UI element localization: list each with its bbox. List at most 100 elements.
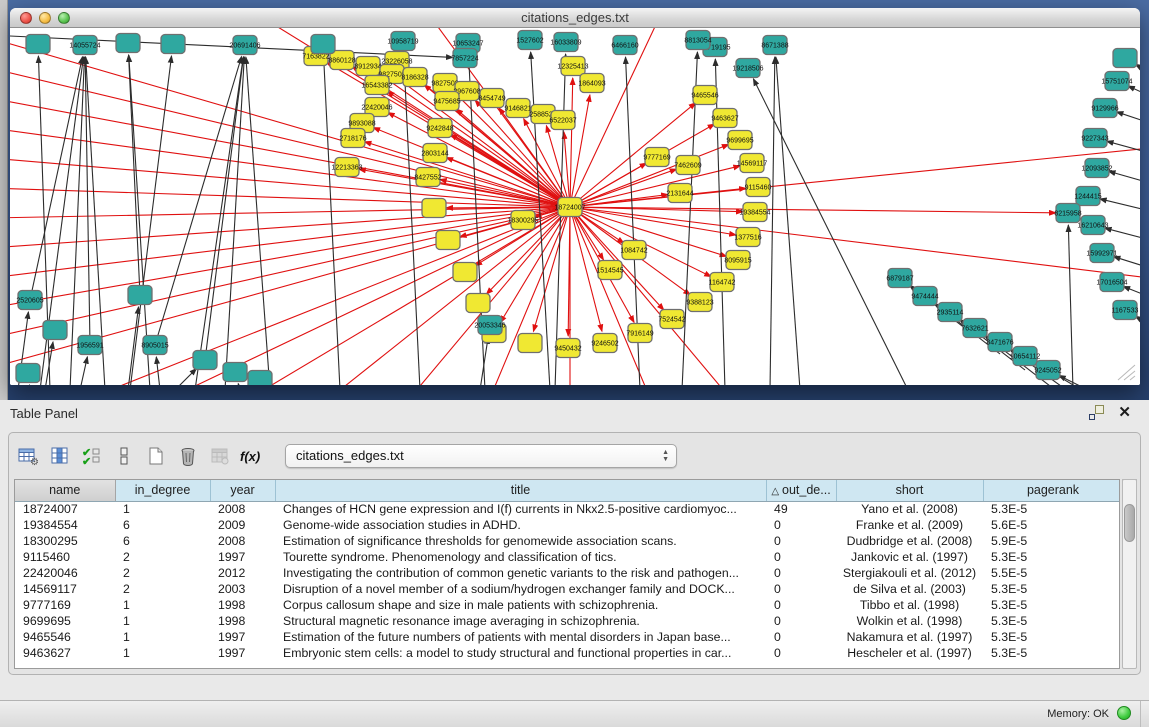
table-row[interactable]: 977716911998Corpus callosum shape and si… <box>15 597 1120 613</box>
graph-node[interactable]: 14569117 <box>737 154 768 173</box>
graph-node[interactable]: 19384554 <box>739 203 770 222</box>
graph-node[interactable]: 1527602 <box>516 31 543 50</box>
graph-node[interactable]: 16543382 <box>361 76 392 95</box>
graph-node[interactable]: 1864093 <box>578 74 605 93</box>
graph-node[interactable]: 18300295 <box>507 211 538 230</box>
graph-node[interactable]: 9465546 <box>691 86 718 105</box>
graph-node[interactable]: 9388123 <box>686 293 713 312</box>
graph-node[interactable] <box>466 294 490 313</box>
graph-node[interactable]: 1167533 <box>1112 301 1139 320</box>
graph-node[interactable]: 1084742 <box>620 241 647 260</box>
column-header-name[interactable]: name <box>15 480 115 501</box>
graph-node[interactable]: 6522037 <box>549 111 576 130</box>
window-resize-grip[interactable] <box>1114 363 1136 381</box>
graph-node[interactable]: 9242848 <box>426 119 453 138</box>
table-row[interactable]: 1830029562008Estimation of significance … <box>15 533 1120 549</box>
graph-node[interactable]: 15751074 <box>1101 72 1132 91</box>
table-mode-icon[interactable]: ⚙ <box>15 443 41 469</box>
graph-node[interactable]: 9463627 <box>711 109 738 128</box>
graph-node[interactable]: 1244415 <box>1074 187 1101 206</box>
graph-node[interactable]: 19218506 <box>732 59 763 78</box>
graph-node[interactable] <box>128 286 152 305</box>
table-row[interactable]: 1938455462009Genome-wide association stu… <box>15 517 1120 533</box>
table-row[interactable]: 946362711997Embryonic stem cells: a mode… <box>15 645 1120 661</box>
graph-node[interactable]: 16033809 <box>550 33 581 52</box>
graph-node[interactable]: 12325413 <box>557 57 588 76</box>
graph-node[interactable] <box>1113 49 1137 68</box>
graph-node[interactable]: 9777169 <box>643 148 670 167</box>
graph-node[interactable]: 20691406 <box>229 36 260 55</box>
graph-node[interactable]: 9227343 <box>1081 129 1108 148</box>
delete-column-icon[interactable] <box>175 443 201 469</box>
table-row[interactable]: 2242004622012Investigating the contribut… <box>15 565 1120 581</box>
graph-node[interactable]: 1956591 <box>76 336 103 355</box>
row-height-icon[interactable] <box>111 443 137 469</box>
graph-node[interactable]: 9129966 <box>1091 99 1118 118</box>
new-column-icon[interactable] <box>143 443 169 469</box>
graph-node[interactable]: 2935114 <box>937 303 964 322</box>
window-titlebar[interactable]: citations_edges.txt <box>10 8 1140 28</box>
scrollbar-thumb[interactable] <box>1124 504 1135 542</box>
graph-node[interactable]: 9474444 <box>911 287 938 306</box>
graph-node[interactable] <box>161 35 185 54</box>
graph-node[interactable] <box>518 334 542 353</box>
graph-node[interactable] <box>311 35 335 54</box>
table-row[interactable]: 911546021997Tourette syndrome. Phenomeno… <box>15 549 1120 565</box>
graph-node[interactable]: 7916149 <box>626 324 653 343</box>
graph-node[interactable]: 20053346 <box>474 316 505 335</box>
graph-node[interactable] <box>193 351 217 370</box>
graph-node[interactable] <box>248 371 272 386</box>
graph-node[interactable] <box>16 364 40 383</box>
graph-node[interactable]: 7462609 <box>674 156 701 175</box>
column-header-out_degree[interactable]: △out_de... <box>766 480 836 501</box>
graph-node[interactable] <box>26 35 50 54</box>
graph-node[interactable]: 9246502 <box>591 334 618 353</box>
graph-node[interactable]: 6879187 <box>886 269 913 288</box>
graph-node[interactable]: 1164742 <box>709 273 736 292</box>
graph-node[interactable]: 9146821 <box>504 99 531 118</box>
table-row[interactable]: 969969511998Structural magnetic resonanc… <box>15 613 1120 629</box>
column-header-title[interactable]: title <box>275 480 766 501</box>
graph-node[interactable] <box>223 363 247 382</box>
graph-node[interactable]: 12093852 <box>1081 159 1112 178</box>
graph-node[interactable]: 7524542 <box>658 310 685 329</box>
select-rows-icon[interactable]: ✔✔ <box>79 443 105 469</box>
graph-node[interactable]: 10958719 <box>387 32 418 51</box>
graph-node[interactable]: 8186328 <box>401 68 428 87</box>
table-row[interactable]: 1872400712008Changes of HCN gene express… <box>15 501 1120 517</box>
graph-node[interactable]: 8813054 <box>684 31 711 50</box>
graph-node[interactable] <box>453 263 477 282</box>
graph-node[interactable]: 9245052 <box>1034 361 1061 380</box>
graph-node[interactable]: 9450432 <box>554 339 581 358</box>
table-vertical-scrollbar[interactable] <box>1122 479 1137 669</box>
graph-node[interactable] <box>116 34 140 53</box>
graph-node[interactable]: 12213363 <box>331 158 362 177</box>
graph-node[interactable]: 8671388 <box>761 36 788 55</box>
table-row[interactable]: 946554611997Estimation of the future num… <box>15 629 1120 645</box>
graph-node[interactable]: 2718176 <box>339 129 366 148</box>
import-table-icon[interactable] <box>207 443 233 469</box>
float-panel-icon[interactable] <box>1089 405 1104 420</box>
graph-node[interactable]: 1377516 <box>734 228 761 247</box>
graph-node[interactable]: 8454749 <box>478 89 505 108</box>
table-row[interactable]: 1456911722003Disruption of a novel membe… <box>15 581 1120 597</box>
network-window[interactable]: citations_edges.txt 18724007716382288601… <box>10 8 1140 385</box>
graph-node[interactable]: 6466160 <box>611 36 638 55</box>
graph-node[interactable]: 16210643 <box>1077 216 1108 235</box>
graph-node[interactable]: 9475685 <box>433 92 460 111</box>
graph-node[interactable]: 1514545 <box>596 261 623 280</box>
close-panel-icon[interactable]: ✕ <box>1118 405 1131 420</box>
graph-node[interactable]: 2803144 <box>421 144 448 163</box>
graph-node[interactable] <box>436 231 460 250</box>
graph-node[interactable]: 2131644 <box>666 184 693 203</box>
graph-node[interactable]: 7632621 <box>961 319 988 338</box>
graph-node[interactable]: 18724007 <box>554 198 585 217</box>
graph-node[interactable]: 14055724 <box>69 36 100 55</box>
graph-node[interactable]: 17016504 <box>1096 273 1127 292</box>
show-columns-icon[interactable] <box>47 443 73 469</box>
column-header-pagerank[interactable]: pagerank <box>983 480 1120 501</box>
graph-node[interactable] <box>43 321 67 340</box>
graph-node[interactable]: 8215958 <box>1054 204 1081 223</box>
column-header-in_degree[interactable]: in_degree <box>115 480 210 501</box>
graph-node[interactable]: 2520605 <box>16 291 43 310</box>
